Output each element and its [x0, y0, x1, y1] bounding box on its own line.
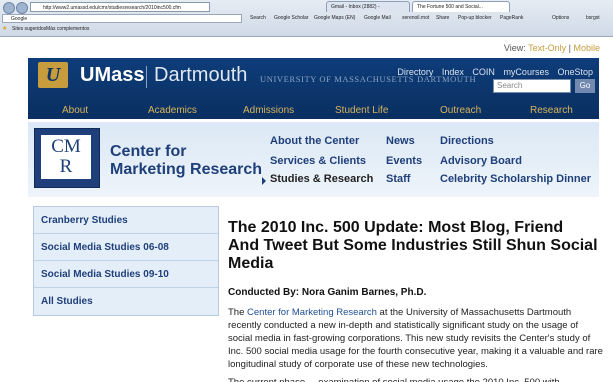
- sidebar-item-social-09-10[interactable]: Social Media Studies 09-10: [41, 269, 169, 280]
- browser-tab-fortune[interactable]: The Fortune 500 and Social...: [412, 1, 510, 12]
- cmr-link-events[interactable]: Events: [386, 155, 422, 167]
- brand-umass: UMass: [80, 64, 145, 86]
- cmr-link-services[interactable]: Services & Clients: [270, 155, 366, 167]
- toolbar-share[interactable]: Share: [436, 13, 449, 24]
- quick-link-mycourses[interactable]: myCourses: [503, 67, 549, 77]
- cmr-inline-link[interactable]: Center for Marketing Research: [247, 307, 377, 318]
- cmr-logo-letters: CM R: [41, 135, 91, 179]
- toolbar-search[interactable]: Search: [250, 13, 266, 24]
- bookmark-more[interactable]: Más complementos: [46, 24, 89, 35]
- toolbar-pagerank[interactable]: PageRank: [500, 13, 523, 24]
- browser-tab-gmail[interactable]: Gmail - Inbox (2882) -: [326, 1, 410, 12]
- brand-divider: [146, 66, 147, 88]
- cmr-link-advisory[interactable]: Advisory Board: [440, 155, 522, 167]
- site-search-go-button[interactable]: Go: [575, 79, 595, 93]
- star-icon: ★: [2, 26, 8, 32]
- view-links: View: Text-Only | Mobile: [504, 43, 600, 53]
- cmr-header: CM R Center for Marketing Research About…: [28, 122, 599, 197]
- quick-link-onestop[interactable]: OneStop: [557, 67, 593, 77]
- article-body: The Center for Marketing Research at the…: [228, 306, 603, 371]
- brand-dartmouth: Dartmouth: [154, 64, 248, 86]
- quick-link-directory[interactable]: Directory: [397, 67, 433, 77]
- toolbar-maps[interactable]: Google Maps (EN): [314, 13, 355, 24]
- body-prefix: The: [228, 307, 248, 318]
- toolbar-options[interactable]: Options: [552, 13, 569, 24]
- nav-research[interactable]: Research: [530, 105, 573, 116]
- text-only-link[interactable]: Text-Only: [528, 43, 566, 53]
- main-nav: About Academics Admissions Student Life …: [28, 103, 599, 119]
- cmr-link-studies[interactable]: Studies & Research: [270, 173, 373, 185]
- bookmarks-bar: ★ Sites sugeridos Más complementos: [0, 24, 613, 35]
- sidebar-item-social-06-08[interactable]: Social Media Studies 06-08: [41, 242, 169, 253]
- toolbar-bsrgst[interactable]: bsrgst: [586, 13, 600, 24]
- cmr-name-line1: Center for: [110, 143, 187, 160]
- sidebar-item-cranberry[interactable]: Cranberry Studies: [41, 215, 128, 226]
- sidebar-item-all[interactable]: All Studies: [41, 296, 93, 307]
- sidebar-divider: [34, 287, 218, 288]
- cmr-logo-bottom: R: [59, 156, 73, 177]
- mobile-link[interactable]: Mobile: [573, 43, 600, 53]
- umass-logo[interactable]: U: [38, 62, 68, 88]
- toolbar-popup[interactable]: Pop-up blocker: [458, 13, 492, 24]
- cmr-link-directions[interactable]: Directions: [440, 135, 494, 147]
- nav-about[interactable]: About: [62, 105, 88, 116]
- cmr-name-line2: Marketing Research: [110, 161, 263, 178]
- toolbar-scholar[interactable]: Google Scholar: [274, 13, 308, 24]
- toolbar-mail[interactable]: Google Mail: [364, 13, 391, 24]
- nav-outreach[interactable]: Outreach: [440, 105, 481, 116]
- cmr-link-celebrity[interactable]: Celebrity Scholarship Dinner: [440, 173, 591, 185]
- quick-links: Directory Index COIN myCourses OneStop: [391, 67, 593, 77]
- article-next-paragraph: The current phase ... examination of soc…: [228, 376, 603, 382]
- cmr-link-news[interactable]: News: [386, 135, 415, 147]
- cmr-link-staff[interactable]: Staff: [386, 173, 410, 185]
- toolbar-serenoil[interactable]: serenoil.mot: [402, 13, 429, 24]
- google-search-input[interactable]: Google: [2, 14, 242, 23]
- site-search-input[interactable]: Search: [493, 79, 571, 93]
- quick-link-coin[interactable]: COIN: [472, 67, 495, 77]
- sidebar-divider: [34, 260, 218, 261]
- sidebar-divider: [34, 233, 218, 234]
- article-byline: Conducted By: Nora Ganim Barnes, Ph.D.: [228, 287, 427, 298]
- nav-academics[interactable]: Academics: [148, 105, 197, 116]
- nav-student-life[interactable]: Student Life: [335, 105, 388, 116]
- quick-link-index[interactable]: Index: [442, 67, 464, 77]
- umass-banner: U UMass Dartmouth UNIVERSITY OF MASSACHU…: [28, 58, 599, 119]
- current-arrow-icon: [262, 177, 266, 185]
- cmr-link-about[interactable]: About the Center: [270, 135, 359, 147]
- bookmark-sites[interactable]: Sites sugeridos: [12, 24, 46, 35]
- browser-chrome: http://www2.umassd.edu/cmr/studiesresear…: [0, 0, 613, 37]
- view-prefix: View:: [503, 43, 526, 53]
- studies-sidebar: Cranberry Studies Social Media Studies 0…: [33, 206, 219, 316]
- nav-admissions[interactable]: Admissions: [243, 105, 294, 116]
- view-sep: |: [568, 43, 571, 53]
- cmr-logo-top: CM: [51, 136, 81, 157]
- search-toolbar: Google Search Google Scholar Google Maps…: [0, 13, 613, 24]
- cmr-logo[interactable]: CM R: [34, 128, 100, 188]
- cmr-name: Center for Marketing Research: [110, 143, 262, 179]
- address-bar[interactable]: http://www2.umassd.edu/cmr/studiesresear…: [30, 2, 210, 12]
- article-title: The 2010 Inc. 500 Update: Most Blog, Fri…: [228, 219, 598, 272]
